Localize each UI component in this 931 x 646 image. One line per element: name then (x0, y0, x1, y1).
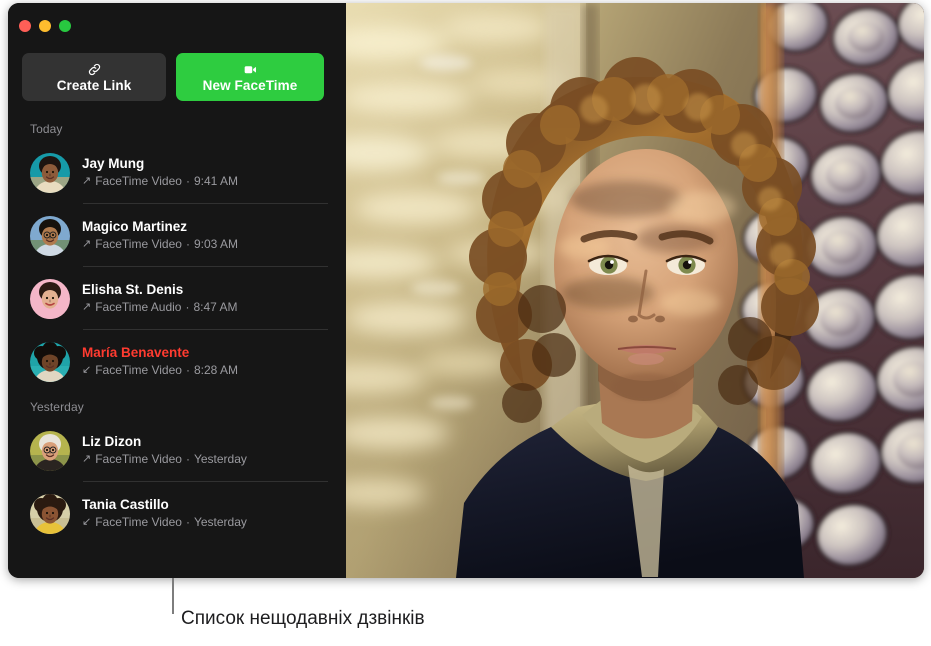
caller-name: Magico Martinez (82, 218, 188, 234)
call-type: FaceTime Audio (95, 299, 182, 314)
video-camera-icon (241, 61, 260, 78)
call-type: FaceTime Video (95, 451, 182, 466)
outgoing-call-arrow-icon: ↗ (82, 174, 92, 187)
call-info: Magico Martinez ↗ FaceTime Video · 9:03 AM (82, 218, 238, 251)
call-separator: · (185, 514, 190, 529)
recent-calls-list[interactable]: Today Jay Mung ↗ FaceTime Video · 9:41 AM Ma… (8, 115, 346, 578)
call-row[interactable]: María Benavente ↙ FaceTime Video · 8:28 AM (8, 330, 346, 393)
section-header: Today (30, 122, 63, 136)
call-time: 9:03 AM (193, 236, 238, 251)
call-row[interactable]: Magico Martinez ↗ FaceTime Video · 9:03 AM (8, 204, 346, 267)
create-link-label: Create Link (56, 78, 132, 94)
call-detail: ↗ FaceTime Video · Yesterday (82, 451, 247, 466)
callout-leader-line (172, 578, 174, 614)
video-preview[interactable] (346, 3, 924, 578)
new-facetime-button[interactable]: New FaceTime (176, 53, 324, 101)
avatar-magico-martinez (30, 215, 70, 256)
call-info: Liz Dizon ↗ FaceTime Video · Yesterday (82, 433, 247, 466)
call-info: Tania Castillo ↙ FaceTime Video · Yesterda… (82, 496, 247, 529)
caller-name: Jay Mung (82, 155, 145, 171)
window-controls (19, 20, 71, 32)
call-detail: ↗ FaceTime Video · 9:03 AM (82, 236, 238, 251)
outgoing-call-arrow-icon: ↗ (82, 237, 92, 250)
minimize-button[interactable] (39, 20, 51, 32)
avatar-elisha-st-denis (30, 278, 70, 319)
call-info: Elisha St. Denis ↗ FaceTime Audio · 8:47 A… (82, 281, 238, 314)
call-time: 8:47 AM (193, 299, 238, 314)
incoming-call-arrow-icon: ↙ (82, 363, 92, 376)
call-type: FaceTime Video (95, 236, 182, 251)
section-header: Yesterday (30, 400, 84, 414)
outgoing-call-arrow-icon: ↗ (82, 300, 92, 313)
close-button[interactable] (19, 20, 31, 32)
call-row[interactable]: Jay Mung ↗ FaceTime Video · 9:41 AM (8, 141, 346, 204)
call-detail: ↗ FaceTime Audio · 8:47 AM (82, 299, 238, 314)
call-info: Jay Mung ↗ FaceTime Video · 9:41 AM (82, 155, 238, 188)
sidebar: Create Link New FaceTime Today Jay Mung ↗ F… (8, 3, 346, 578)
call-separator: · (185, 173, 190, 188)
call-separator: · (185, 299, 190, 314)
create-link-button[interactable]: Create Link (22, 53, 166, 101)
call-row[interactable]: Liz Dizon ↗ FaceTime Video · Yesterday (8, 419, 346, 482)
call-time: Yesterday (193, 451, 247, 466)
caller-name: María Benavente (82, 344, 190, 360)
call-separator: · (185, 236, 190, 251)
call-type: FaceTime Video (95, 173, 182, 188)
call-detail: ↙ FaceTime Video · Yesterday (82, 514, 247, 529)
avatar-maria-benavente (30, 341, 70, 382)
facetime-window: Create Link New FaceTime Today Jay Mung ↗ F… (8, 3, 924, 578)
call-separator: · (185, 362, 190, 377)
call-row[interactable]: Elisha St. Denis ↗ FaceTime Audio · 8:47 A… (8, 267, 346, 330)
avatar-jay-mung (30, 152, 70, 193)
caller-name: Elisha St. Denis (82, 281, 184, 297)
caller-name: Liz Dizon (82, 433, 142, 449)
call-type: FaceTime Video (95, 514, 182, 529)
avatar-liz-dizon (30, 430, 70, 471)
link-icon (86, 61, 103, 78)
screenshot-root: Create Link New FaceTime Today Jay Mung ↗ F… (0, 0, 931, 646)
callout-label: Список нещодавніх дзвінків (181, 608, 425, 629)
call-detail: ↗ FaceTime Video · 9:41 AM (82, 173, 238, 188)
call-time: 9:41 AM (193, 173, 238, 188)
call-separator: · (185, 451, 190, 466)
new-facetime-label: New FaceTime (202, 78, 298, 94)
call-info: María Benavente ↙ FaceTime Video · 8:28 AM (82, 344, 238, 377)
video-frame (346, 3, 924, 578)
call-type: FaceTime Video (95, 362, 182, 377)
call-row[interactable]: Tania Castillo ↙ FaceTime Video · Yesterda… (8, 482, 346, 545)
maximize-button[interactable] (59, 20, 71, 32)
call-time: 8:28 AM (193, 362, 238, 377)
incoming-call-arrow-icon: ↙ (82, 515, 92, 528)
outgoing-call-arrow-icon: ↗ (82, 452, 92, 465)
call-detail: ↙ FaceTime Video · 8:28 AM (82, 362, 238, 377)
avatar-tania-castillo (30, 493, 70, 534)
caller-name: Tania Castillo (82, 496, 169, 512)
call-time: Yesterday (193, 514, 247, 529)
toolbar: Create Link New FaceTime (22, 53, 324, 101)
